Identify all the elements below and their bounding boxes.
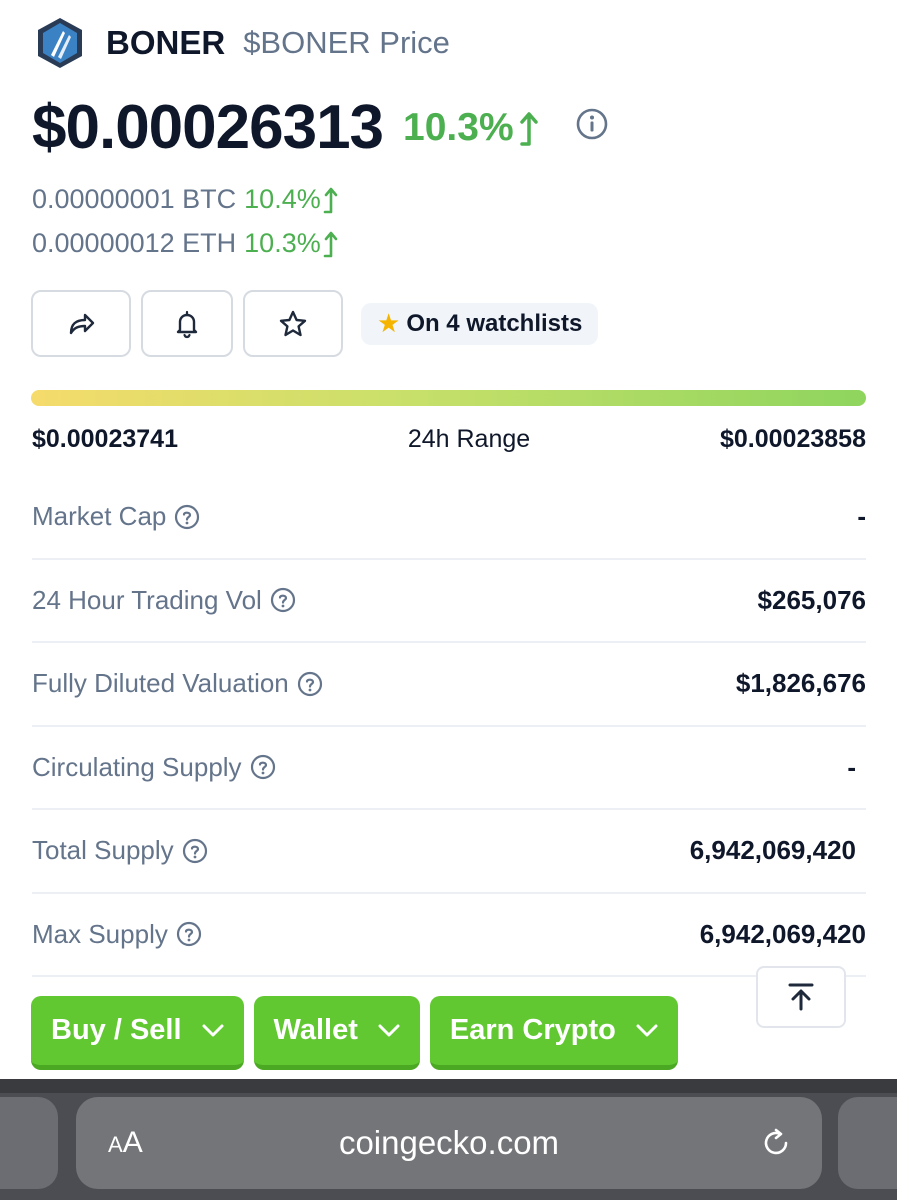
help-icon[interactable] [250, 754, 276, 780]
price-usd: $0.00026313 [32, 93, 384, 162]
text-size-big-a: A [122, 1126, 143, 1159]
help-icon[interactable] [174, 504, 200, 530]
action-bar: ★ On 4 watchlists [31, 290, 599, 357]
buy-sell-label: Buy / Sell [51, 1014, 182, 1046]
coin-subtitle: $BONER Price [243, 25, 450, 60]
earn-crypto-label: Earn Crypto [449, 1014, 616, 1046]
stat-label: Circulating Supply [32, 752, 276, 783]
text-size-button[interactable]: AA [108, 1126, 143, 1160]
coin-name: BONER [106, 24, 226, 61]
help-icon[interactable] [176, 921, 202, 947]
stat-value: $265,076 [757, 584, 866, 615]
wallet-label: Wallet [273, 1014, 358, 1046]
add-watchlist-button[interactable] [243, 290, 343, 357]
range-bar [31, 390, 866, 406]
stat-row-total-supply: Total Supply 6,942,069,420 [32, 810, 866, 894]
stat-label: Market Cap [32, 501, 200, 532]
reload-icon[interactable] [758, 1125, 794, 1161]
btc-conversion: 0.00000001 BTC 10.4% [32, 184, 340, 215]
share-icon [69, 313, 95, 334]
watchlist-count-badge: ★ On 4 watchlists [361, 302, 599, 345]
stat-row-max-supply: Max Supply 6,942,069,420 [32, 894, 866, 977]
eth-value: 0.00000012 ETH [32, 228, 237, 258]
range-label: 24h Range [407, 425, 531, 453]
stat-value: 6,942,069,420 [689, 835, 856, 866]
chevron-down-icon [378, 1024, 400, 1036]
eth-change: 10.3% [244, 228, 340, 259]
share-button[interactable] [31, 290, 131, 357]
trend-up-icon [323, 231, 338, 257]
stat-value: 6,942,069,420 [699, 918, 866, 949]
stats-table: Market Cap - 24 Hour Trading Vol $265,07… [32, 476, 866, 977]
stat-label: Max Supply [32, 919, 202, 950]
url-text: coingecko.com [338, 1124, 560, 1161]
chevron-down-icon [202, 1024, 224, 1036]
wallet-button[interactable]: Wallet [253, 996, 420, 1070]
range-labels: $0.00023741 24h Range $0.00023858 [32, 425, 866, 454]
bell-icon [176, 310, 198, 338]
eth-change-value: 10.3% [244, 228, 321, 258]
stat-value: - [857, 501, 866, 532]
price-change-value: 10.3% [403, 105, 514, 149]
help-icon[interactable] [297, 671, 323, 697]
stat-row-circulating-supply: Circulating Supply - [32, 727, 866, 810]
scroll-to-top-button[interactable] [756, 966, 846, 1028]
previous-tab-preview[interactable] [0, 1097, 58, 1189]
trend-up-icon [323, 187, 338, 213]
stat-label: Fully Diluted Valuation [32, 668, 323, 699]
btc-value: 0.00000001 BTC [32, 184, 237, 214]
stat-row-fdv: Fully Diluted Valuation $1,826,676 [32, 643, 866, 727]
next-tab-preview[interactable] [838, 1097, 897, 1189]
range-low: $0.00023741 [32, 425, 178, 453]
stat-label: Total Supply [32, 835, 208, 866]
stat-label-text: Circulating Supply [32, 751, 242, 782]
stat-row-market-cap: Market Cap - [32, 476, 866, 560]
help-icon[interactable] [182, 838, 208, 864]
trend-up-icon [519, 111, 538, 146]
boner-logo [38, 18, 82, 68]
stat-label-text: Fully Diluted Valuation [32, 668, 289, 699]
earn-crypto-button[interactable]: Earn Crypto [429, 996, 678, 1070]
browser-toolbar: AA coingecko.com [0, 1079, 897, 1200]
stat-label-text: Market Cap [32, 501, 167, 532]
info-icon[interactable] [576, 108, 608, 140]
stat-value: - [847, 751, 856, 782]
price-change: 10.3% [403, 106, 542, 150]
stat-value: $1,826,676 [735, 668, 866, 699]
range-high: $0.00023858 [720, 425, 866, 453]
buy-sell-button[interactable]: Buy / Sell [31, 996, 244, 1070]
arrow-to-top-icon [788, 983, 814, 1011]
help-icon[interactable] [270, 587, 296, 613]
stat-row-trading-vol: 24 Hour Trading Vol $265,076 [32, 560, 866, 643]
eth-conversion: 0.00000012 ETH 10.3% [32, 228, 340, 259]
cta-row: Buy / Sell Wallet Earn Crypto [31, 996, 688, 1070]
toolbar-divider [0, 1079, 897, 1093]
chevron-down-icon [636, 1024, 658, 1036]
stat-label: 24 Hour Trading Vol [32, 585, 296, 616]
btc-change-value: 10.4% [244, 184, 321, 214]
coin-header: BONER $BONER Price [34, 14, 450, 72]
star-icon [279, 310, 307, 336]
price-alert-button[interactable] [141, 290, 233, 357]
stat-label-text: 24 Hour Trading Vol [32, 584, 262, 615]
stat-label-text: Total Supply [32, 835, 174, 866]
address-bar[interactable]: AA coingecko.com [76, 1097, 822, 1189]
star-filled-icon: ★ [377, 308, 401, 338]
price-row: $0.00026313 10.3% [32, 92, 608, 163]
text-size-small-a: A [108, 1132, 123, 1157]
stat-label-text: Max Supply [32, 918, 168, 949]
watchlist-count-text: On 4 watchlists [406, 309, 583, 337]
btc-change: 10.4% [244, 184, 340, 215]
